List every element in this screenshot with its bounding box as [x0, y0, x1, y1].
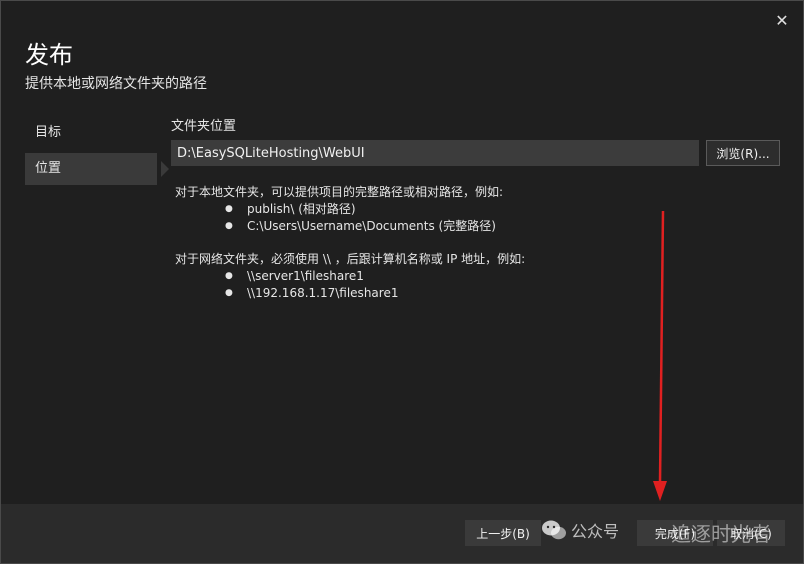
dialog-subtitle: 提供本地或网络文件夹的路径 [25, 76, 207, 92]
wechat-icon [542, 520, 566, 540]
publish-dialog: ✕ 发布 提供本地或网络文件夹的路径 目标 位置 文件夹位置 浏览(R)... … [0, 0, 804, 564]
network-examples: \\server1\fileshare1 \\192.168.1.17\file… [175, 268, 783, 302]
close-icon[interactable]: ✕ [771, 9, 793, 31]
annotation-arrow-icon [653, 211, 667, 501]
nav-item-location[interactable]: 位置 [25, 153, 169, 185]
finish-button[interactable]: 完成(F) [637, 520, 713, 546]
folder-path-input[interactable] [171, 140, 699, 166]
nav-item-target[interactable]: 目标 [25, 117, 163, 149]
path-row: 浏览(R)... [171, 140, 783, 166]
browse-button[interactable]: 浏览(R)... [706, 140, 780, 166]
watermark: 公众号 [541, 518, 619, 542]
dialog-footer: 上一步(B) 公众号 完成(F) 取消(C) 追逐时光者 [1, 504, 803, 563]
cancel-button[interactable]: 取消(C) [717, 520, 785, 546]
folder-location-label: 文件夹位置 [171, 119, 237, 134]
list-item: C:\Users\Username\Documents (完整路径) [175, 218, 783, 235]
network-intro: 对于网络文件夹，必须使用 \\ ，后跟计算机名称或 IP 地址，例如: [175, 252, 526, 266]
dialog-title: 发布 [25, 41, 73, 69]
previous-button[interactable]: 上一步(B) [465, 520, 541, 546]
location-panel: 文件夹位置 浏览(R)... 对于本地文件夹，可以提供项目的完整路径或相对路径，… [171, 115, 783, 302]
watermark-text: 公众号 [571, 522, 620, 541]
list-item: \\server1\fileshare1 [175, 268, 783, 285]
help-text: 对于本地文件夹，可以提供项目的完整路径或相对路径，例如: publish\ (相… [171, 184, 783, 302]
list-item: \\192.168.1.17\fileshare1 [175, 285, 783, 302]
local-examples: publish\ (相对路径) C:\Users\Username\Docume… [175, 201, 783, 235]
local-intro: 对于本地文件夹，可以提供项目的完整路径或相对路径，例如: [175, 185, 504, 199]
list-item: publish\ (相对路径) [175, 201, 783, 218]
step-nav: 目标 位置 [25, 117, 169, 189]
